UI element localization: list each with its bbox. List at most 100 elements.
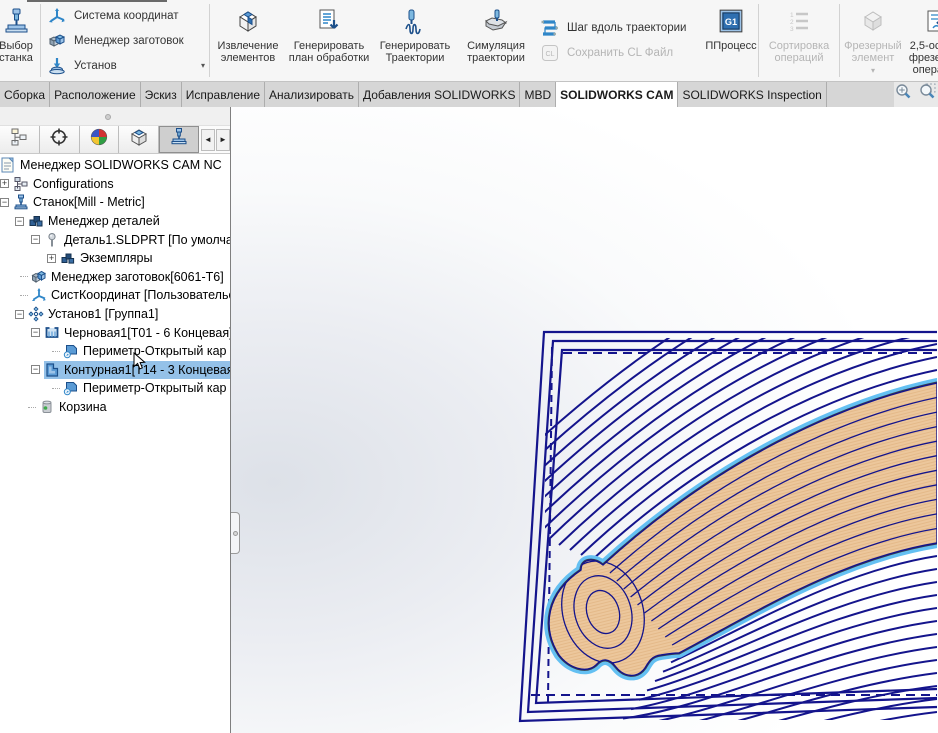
machine-icon xyxy=(13,194,29,210)
stock-manager-icon xyxy=(47,31,67,51)
toolpath-drawing xyxy=(518,330,937,723)
tab-добавления-solidworks[interactable]: Добавления SOLIDWORKS xyxy=(359,82,521,107)
tree-item-stock-manager[interactable]: Менеджер заготовок[6061-T6] xyxy=(0,268,230,287)
collapse-toggle[interactable]: − xyxy=(15,216,24,226)
generate-toolpath-button[interactable]: Генерировать Траектории xyxy=(372,0,458,81)
command-manager-tabs: Сборка Расположение Эскиз Исправление Анализ… xyxy=(0,82,938,107)
ribbon-item-label: Сохранить CL Файл xyxy=(567,47,674,59)
tree-item-rough-op[interactable]: − Черновая1[T01 - 6 Концевая] xyxy=(0,323,230,342)
solidworks-cam-window: Выбор станка Система координат Менеджер з… xyxy=(0,0,938,733)
stock-manager-icon xyxy=(31,269,47,285)
tree-item-pin[interactable]: − Деталь1.SLDPRT [По умолчан xyxy=(0,230,230,249)
tree-item-label: Станок[Mill - Metric] xyxy=(33,195,145,210)
panel-tab-display-manager[interactable] xyxy=(79,126,120,153)
zoom-fit-icon[interactable] xyxy=(894,83,912,106)
panel-tab-cam-operation-tree[interactable] xyxy=(159,126,199,153)
expand-toggle[interactable]: + xyxy=(47,253,56,263)
tree-item-label: Configurations xyxy=(33,176,114,191)
tree-item-setup[interactable]: − Установ1 [Группа1] xyxy=(0,305,230,324)
sort-operations-button: 123 Сортировка операций xyxy=(759,0,839,81)
tab-сборка[interactable]: Сборка xyxy=(0,82,51,107)
cam-feature-tree-icon xyxy=(129,127,149,152)
tree-item-label: Установ1 [Группа1] xyxy=(48,307,159,322)
recycle-bin-icon xyxy=(39,399,55,415)
tree-item-machine[interactable]: − Станок[Mill - Metric] xyxy=(0,193,230,212)
ribbon-button-label: Генерировать план обработки xyxy=(288,40,370,64)
feature-manager-tree-icon xyxy=(9,127,29,152)
cam-operation-tree-icon xyxy=(169,127,189,152)
expand-toggle[interactable]: + xyxy=(0,179,9,189)
perimeter-feature-icon xyxy=(63,343,79,359)
ribbon-item-label: Менеджер заготовок xyxy=(74,34,184,47)
collapse-toggle[interactable]: − xyxy=(0,197,9,207)
collapse-toggle[interactable]: − xyxy=(15,309,24,319)
tree-item-recycle-bin[interactable]: Корзина xyxy=(0,398,230,417)
tree-item-coord-system[interactable]: СистКоординат [Пользовательск xyxy=(0,286,230,305)
extract-features-button[interactable]: Извлечение элементов xyxy=(210,0,286,81)
scroll-left-icon[interactable]: ◄ xyxy=(200,128,215,151)
setup-icon xyxy=(28,306,44,322)
sort-operations-label: Сортировка операций xyxy=(768,40,830,64)
rough-op-icon xyxy=(44,325,60,341)
op25-axis-button[interactable]: 2,5-осевая фрезерная операция xyxy=(906,0,938,81)
panel-tab-cam-feature-tree[interactable] xyxy=(119,126,160,153)
tree-item-label: Деталь1.SLDPRT [По умолчан xyxy=(64,232,230,247)
panel-tab-property-manager[interactable] xyxy=(39,126,80,153)
scroll-right-icon[interactable]: ► xyxy=(215,128,230,151)
collapse-toggle[interactable]: − xyxy=(31,328,40,338)
tab-расположение[interactable]: Расположение xyxy=(50,82,141,107)
op25-axis-icon xyxy=(924,5,938,37)
ribbon-item-stock-manager[interactable]: Менеджер заготовок xyxy=(47,30,203,52)
tab-mbd[interactable]: MBD xyxy=(520,82,557,107)
tree-item-label: Периметр-Открытый кар xyxy=(83,344,227,359)
svg-text:3: 3 xyxy=(790,26,794,33)
pin-icon xyxy=(44,232,60,248)
cam-operation-tree: Менеджер SOLIDWORKS CAM NC + Configuration… xyxy=(0,154,230,733)
tree-item-contour-op[interactable]: − Контурная1[T14 - 3 Концевая xyxy=(0,360,230,380)
save-cl-icon: CL xyxy=(540,43,560,63)
panel-collapse-handle[interactable] xyxy=(231,512,240,554)
generate-toolpath-icon xyxy=(401,5,429,37)
panel-tab-feature-manager-tree[interactable] xyxy=(0,126,40,153)
tab-solidworks-cam[interactable]: SOLIDWORKS CAM xyxy=(556,82,679,107)
tree-connector xyxy=(52,350,60,352)
machine-select-icon xyxy=(2,5,30,37)
tree-item-perimeter-feature[interactable]: Периметр-Открытый кар xyxy=(0,379,230,398)
ribbon-item-step-through[interactable]: Шаг вдоль траектории xyxy=(540,17,698,39)
menu-remnant xyxy=(27,0,167,2)
op25-axis-label: 2,5-осевая фрезерная операция xyxy=(908,40,938,76)
mill-feature-icon xyxy=(860,5,886,37)
chevron-down-icon: ▾ xyxy=(870,66,875,75)
coord-system-icon xyxy=(31,287,47,303)
tab-эскиз[interactable]: Эскиз xyxy=(141,82,182,107)
generate-plan-button[interactable]: Генерировать план обработки xyxy=(286,0,372,81)
tab-анализировать[interactable]: Анализировать xyxy=(265,82,359,107)
simulate-toolpath-icon xyxy=(482,5,510,37)
collapse-toggle[interactable]: − xyxy=(31,365,40,375)
tab-исправление[interactable]: Исправление xyxy=(182,82,265,107)
zoom-area-icon[interactable] xyxy=(918,83,936,106)
tree-item-configurations[interactable]: + Configurations xyxy=(0,175,230,194)
handle-grip-icon xyxy=(233,531,238,536)
collapse-toggle[interactable]: − xyxy=(31,235,40,245)
panel-splitter[interactable] xyxy=(0,107,230,126)
mouse-cursor xyxy=(133,351,146,376)
display-manager-icon xyxy=(89,127,109,152)
ribbon-button-label: Генерировать Траектории xyxy=(379,40,451,64)
tree-item-instances[interactable]: + Экземпляры xyxy=(0,249,230,268)
tree-item-nc-manager[interactable]: Менеджер SOLIDWORKS CAM NC xyxy=(0,156,230,175)
panel-tab-scroll: ◄ ► xyxy=(200,126,230,153)
graphics-viewport[interactable] xyxy=(231,107,938,733)
post-process-button[interactable]: G1 ППроцесс xyxy=(704,0,758,81)
chevron-down-icon[interactable]: ▾ xyxy=(201,61,205,70)
tree-item-parts-manager[interactable]: − Менеджер деталей xyxy=(0,212,230,231)
tree-item-label: Контурная1[T14 - 3 Концевая xyxy=(64,362,230,377)
setup-group: Система координат Менеджер заготовок Устан… xyxy=(41,0,209,81)
ribbon-item-setup[interactable]: Установ ▾ xyxy=(47,55,205,77)
ribbon-item-coord-system[interactable]: Система координат xyxy=(47,5,203,27)
property-manager-icon xyxy=(49,127,69,152)
machine-select-button[interactable]: Выбор станка xyxy=(0,0,40,81)
tab-solidworks-inspection[interactable]: SOLIDWORKS Inspection xyxy=(678,82,827,107)
tree-item-perimeter-feature[interactable]: Периметр-Открытый кар xyxy=(0,342,230,361)
simulate-toolpath-button[interactable]: Симуляция траектории xyxy=(458,0,534,81)
